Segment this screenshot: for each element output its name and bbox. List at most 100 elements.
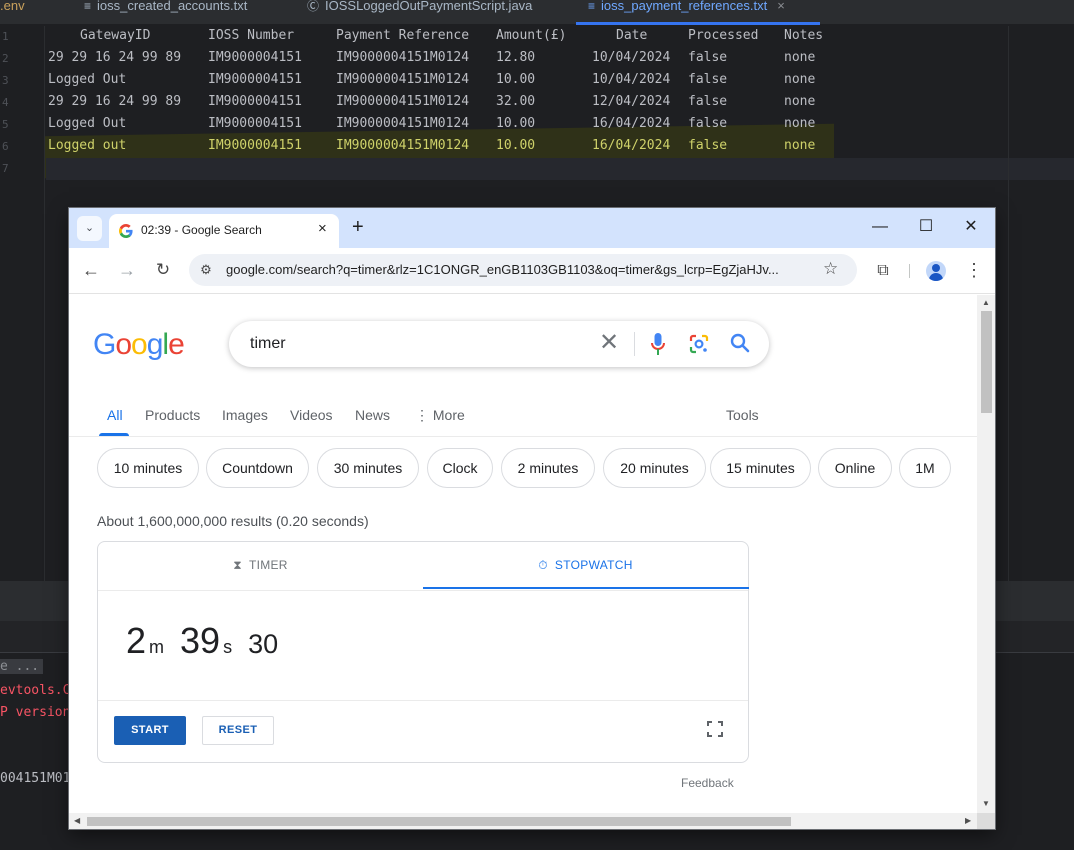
reset-button[interactable]: RESET [202,716,274,745]
tab-images[interactable]: Images [222,407,268,423]
tab-more[interactable]: ⋮ More [415,407,465,424]
header-ioss-number: IOSS Number [208,28,295,43]
voice-search-mic-icon[interactable] [651,333,665,355]
ide-tab-label: ioss_payment_references.txt [601,0,768,13]
forward-arrow-icon[interactable]: → [115,258,139,282]
tab-videos[interactable]: Videos [290,407,333,423]
ide-tab-created-accounts[interactable]: ≡ ioss_created_accounts.txt [84,0,247,25]
chip-15-minutes[interactable]: 15 minutes [710,448,811,488]
header-amount: Amount(£) [496,28,567,43]
fullscreen-icon[interactable] [706,720,724,738]
refinement-chips: 10 minutes Countdown 30 minutes Clock 2 … [97,448,977,488]
window-maximize-icon[interactable]: ☐ [911,217,941,239]
header-gateway-id: GatewayID [80,28,151,43]
chrome-window: ⌄ 02:39 - Google Search × + — ☐ ✕ ← → ↻ … [69,208,995,829]
header-processed: Processed [688,28,759,43]
cell-amount: 10.00 [496,138,536,153]
console-collapsed-line[interactable]: e ... [0,659,44,674]
stopwatch-tab-label: STOPWATCH [554,558,633,572]
cell-payment-reference: IM9000004151M0124 [336,72,470,87]
google-lens-icon[interactable] [689,334,709,354]
vertical-scrollbar[interactable]: ▲ ▼ [977,295,995,813]
chip-countdown[interactable]: Countdown [206,448,309,488]
chip-clock[interactable]: Clock [427,448,493,488]
search-magnifier-icon[interactable] [729,332,751,354]
address-url[interactable]: google.com/search?q=timer&rlz=1C1ONGR_en… [226,262,822,277]
search-input[interactable]: timer [250,335,286,353]
line-number: 2 [2,52,9,65]
chip-30-minutes[interactable]: 30 minutes [317,448,419,488]
stopwatch-centiseconds: 30 [248,629,279,659]
clear-search-icon[interactable]: ✕ [599,330,619,356]
logo-letter: o [131,328,148,361]
site-settings-icon[interactable]: ⚙ [197,261,215,279]
browser-tab-active[interactable]: 02:39 - Google Search × [109,214,339,248]
chip-20-minutes[interactable]: 20 minutes [603,448,706,488]
google-logo[interactable]: Google [93,328,185,362]
back-arrow-icon[interactable]: ← [79,258,103,282]
horizontal-scrollbar[interactable]: ◀ ▶ [69,813,977,829]
ide-tab-payment-references[interactable]: ≡ ioss_payment_references.txt × [576,0,820,25]
cell-gateway-id: Logged out [48,138,127,153]
cell-ioss-number: IM9000004151 [208,50,302,65]
feedback-link[interactable]: Feedback [681,776,734,790]
cell-notes: none [784,50,816,65]
extensions-puzzle-icon[interactable]: ⧉ [872,260,894,282]
profile-avatar-icon[interactable] [926,261,946,281]
stopwatch-display: 2 m 39 s 30 [126,620,278,662]
tab-tools[interactable]: Tools [726,407,759,423]
csv-row: 29 29 16 24 99 89 IM9000004151 IM9000004… [48,47,815,69]
start-button[interactable]: START [114,716,186,745]
chip-1m[interactable]: 1M [899,448,951,488]
new-tab-plus-icon[interactable]: + [352,217,364,237]
tab-close-icon[interactable]: × [318,220,327,237]
ide-tab-env[interactable]: .env [0,0,25,25]
console-error-line: P version [0,705,71,720]
line-number: 7 [2,162,9,175]
scroll-down-arrow-icon[interactable]: ▼ [982,799,990,808]
tab-news[interactable]: News [355,407,390,423]
tab-search-chevron-icon[interactable]: ⌄ [77,216,102,241]
tab-products[interactable]: Products [145,407,200,423]
console-error-line: evtools.C [0,683,71,698]
window-minimize-icon[interactable]: — [865,217,895,239]
chrome-title-bar: ⌄ 02:39 - Google Search × + — ☐ ✕ [69,208,995,248]
tab-all[interactable]: All [107,407,123,423]
chip-10-minutes[interactable]: 10 minutes [97,448,199,488]
text-file-icon: ≡ [84,0,92,13]
java-class-icon: Ⓒ [307,0,320,13]
chrome-menu-dots-icon[interactable]: ⋮ [965,259,983,281]
ide-tab-close-icon[interactable]: × [777,0,785,13]
vertical-scroll-thumb[interactable] [981,311,992,413]
google-favicon-icon [119,224,133,238]
hourglass-icon: ⧗ [233,558,242,572]
search-box[interactable]: timer ✕ [229,321,769,367]
cell-date: 12/04/2024 [592,94,671,109]
minutes-unit: m [149,637,165,657]
ide-tab-label: IOSSLoggedOutPaymentScript.java [325,0,533,13]
cell-amount: 12.80 [496,50,536,65]
cell-ioss-number: IM9000004151 [208,72,302,87]
timer-widget: ⧗ TIMER ⏱ STOPWATCH 2 m 39 s 30 START RESET [97,541,749,763]
scroll-up-arrow-icon[interactable]: ▲ [982,298,990,307]
timer-tab[interactable]: ⧗ TIMER [98,542,423,590]
horizontal-scroll-thumb[interactable] [87,817,791,826]
reload-icon[interactable]: ↻ [151,258,175,282]
chip-online[interactable]: Online [818,448,892,488]
scroll-right-arrow-icon[interactable]: ▶ [965,816,971,825]
address-bar[interactable]: ⚙ google.com/search?q=timer&rlz=1C1ONGR_… [189,254,857,286]
bookmark-star-icon[interactable]: ☆ [823,259,838,279]
search-divider [634,332,635,356]
stopwatch-tab[interactable]: ⏱ STOPWATCH [423,542,748,590]
current-line-highlight [46,158,1074,180]
ide-tab-java-script[interactable]: Ⓒ IOSSLoggedOutPaymentScript.java [307,0,532,25]
window-close-icon[interactable]: ✕ [956,217,986,239]
csv-row: Logged Out IM9000004151 IM9000004151M012… [48,113,815,135]
cell-date: 10/04/2024 [592,72,671,87]
chip-2-minutes[interactable]: 2 minutes [501,448,595,488]
scroll-left-arrow-icon[interactable]: ◀ [74,816,80,825]
stopwatch-icon: ⏱ [538,558,548,572]
header-date: Date [616,28,648,43]
right-margin-guide [1008,26,1009,581]
csv-row: 29 29 16 24 99 89 IM9000004151 IM9000004… [48,91,815,113]
